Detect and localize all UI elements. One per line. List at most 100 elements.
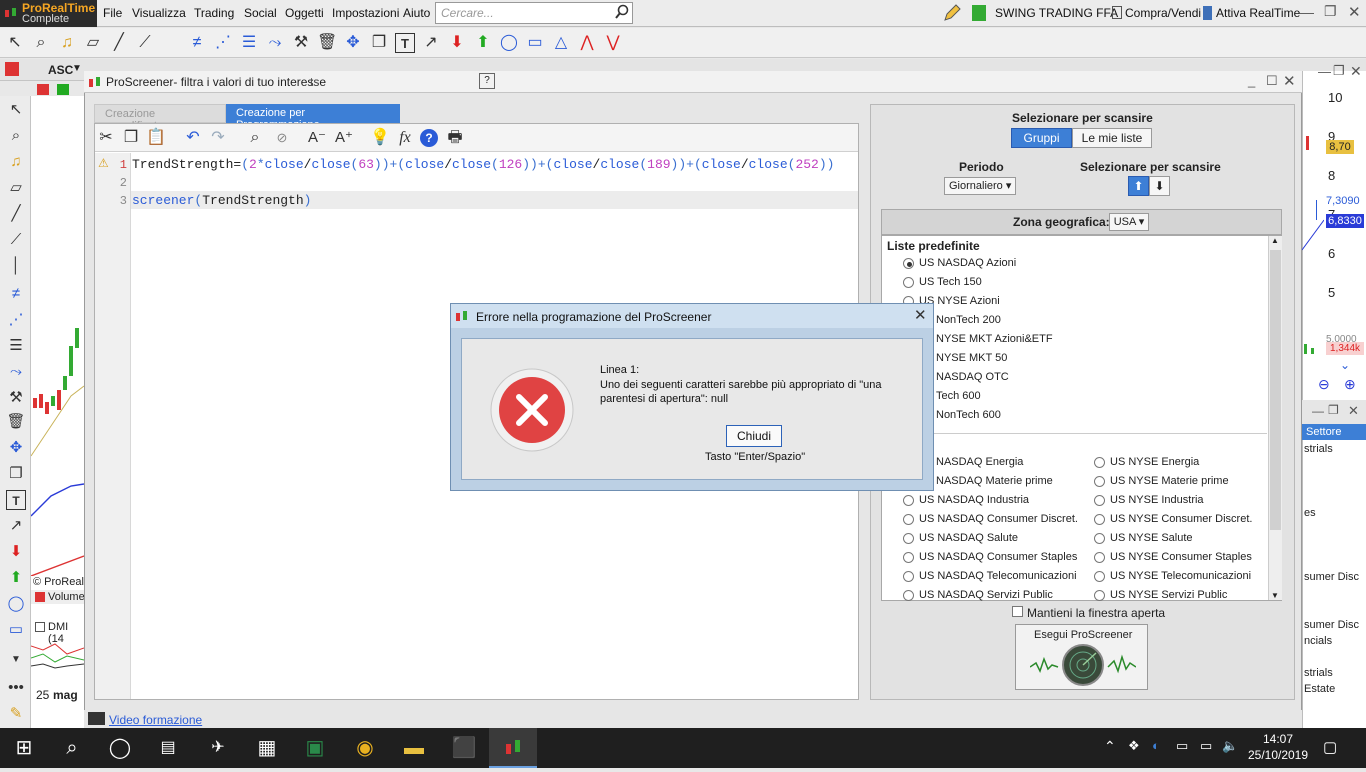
pencil-icon[interactable]: ✎	[6, 704, 26, 724]
period-select[interactable]: Giornaliero ▾	[944, 177, 1016, 195]
list-item-label[interactable]: US NASDAQ Azioni	[919, 257, 1016, 269]
sector-item-label[interactable]: US NYSE Industria	[1110, 494, 1204, 506]
zoom-icon[interactable]: ⌕	[31, 33, 51, 53]
pdf-reader-icon[interactable]: ⬛	[440, 728, 488, 768]
menu-impostazioni[interactable]: Impostazioni	[332, 6, 399, 20]
sync-icon[interactable]: ◐	[1152, 738, 1160, 753]
list-radio[interactable]	[903, 277, 914, 288]
copy-icon[interactable]: ❐	[369, 33, 389, 53]
sector-radio[interactable]	[903, 552, 914, 563]
text-icon[interactable]: T	[6, 490, 26, 510]
sector-row[interactable]: sumer Disc	[1304, 571, 1366, 583]
minimize-icon[interactable]: —	[1318, 64, 1331, 79]
list-radio[interactable]	[903, 258, 914, 269]
account-name[interactable]: SWING TRADING FFA	[995, 6, 1118, 20]
triangle-icon[interactable]: △	[551, 33, 571, 53]
zoom-in-icon[interactable]: ⊕	[1344, 376, 1356, 393]
line-icon[interactable]: ╱	[6, 204, 26, 224]
minimize-icon[interactable]: _	[1248, 73, 1255, 88]
paste-icon[interactable]: 📋	[146, 128, 166, 148]
segment-icon[interactable]: ⟋	[135, 33, 155, 53]
close-icon[interactable]: ✕	[914, 306, 927, 324]
search-icon[interactable]	[614, 4, 630, 20]
minimize-icon[interactable]: —	[1312, 404, 1324, 418]
zoom-out-icon[interactable]: ⊖	[1318, 376, 1330, 393]
undo-icon[interactable]: ↶	[183, 128, 203, 148]
left-chart-area[interactable]: © ProReal Volume DMI (14 25 mag	[31, 96, 85, 728]
line-icon[interactable]: ╱	[109, 33, 129, 53]
segment-icon[interactable]: ⟋	[6, 230, 26, 250]
tray-expand-icon[interactable]: ⌃	[1104, 738, 1116, 755]
font-increase-icon[interactable]: A⁺	[334, 128, 354, 148]
cursor-icon[interactable]: ↖	[5, 33, 25, 53]
list-item-label[interactable]: NonTech 600	[936, 409, 1001, 421]
ticker-dropdown-icon[interactable]: ▼	[72, 63, 82, 74]
my-lists-button[interactable]: Le mie liste	[1072, 128, 1152, 148]
find-icon[interactable]: ⌕	[245, 128, 265, 148]
maximize-icon[interactable]: ❐	[1333, 63, 1345, 79]
redo-icon[interactable]: ↷	[208, 128, 228, 148]
zoom-icon[interactable]: ⌕	[6, 126, 26, 146]
sector-row[interactable]: sumer Disc	[1304, 619, 1366, 631]
idea-icon[interactable]: 💡	[370, 128, 390, 148]
lists-scrollbar[interactable]: ▲ ▼	[1268, 236, 1282, 600]
font-decrease-icon[interactable]: A⁻	[307, 128, 327, 148]
close-icon[interactable]: ✕	[1350, 63, 1362, 80]
text-icon[interactable]: T	[395, 33, 415, 53]
volume-muted-icon[interactable]: 🔈	[1222, 738, 1238, 754]
fan-icon[interactable]: ⋰	[6, 310, 26, 330]
fibonacci-icon[interactable]: ☰	[239, 33, 259, 53]
sector-row[interactable]: strials	[1304, 667, 1366, 679]
run-proscreener-button[interactable]: Esegui ProScreener	[1015, 624, 1148, 690]
sector-item-label[interactable]: US NASDAQ Consumer Staples	[919, 551, 1077, 563]
collapse-icon[interactable]: ⌄	[1340, 358, 1350, 372]
sector-item-label[interactable]: NASDAQ Energia	[936, 456, 1023, 468]
list-item-label[interactable]: NYSE MKT 50	[936, 352, 1007, 364]
hammer-icon[interactable]: ⚒	[6, 388, 26, 408]
sector-row[interactable]: strials	[1304, 443, 1366, 455]
sector-radio[interactable]	[1094, 495, 1105, 506]
search-input[interactable]: Cercare...	[435, 2, 633, 24]
sector-radio[interactable]	[903, 571, 914, 582]
sector-item-label[interactable]: US NASDAQ Telecomunicazioni	[919, 570, 1077, 582]
search-icon[interactable]: ⌕	[48, 728, 96, 768]
move-icon[interactable]: ✥	[343, 33, 363, 53]
excel-icon[interactable]: ▣	[291, 728, 339, 768]
sector-item-label[interactable]: US NASDAQ Salute	[919, 532, 1018, 544]
close-icon[interactable]: ✕	[1348, 403, 1359, 419]
channel-icon[interactable]: ≠	[6, 284, 26, 304]
ticker-label[interactable]: ASC	[48, 63, 73, 77]
sort-up-icon[interactable]: ⬆	[1128, 176, 1149, 196]
tab-simplified[interactable]: Creazione semplificata	[94, 104, 226, 132]
close-icon[interactable]: ✕	[1348, 3, 1361, 21]
sector-row[interactable]: es	[1304, 507, 1366, 519]
help-icon[interactable]: ?	[479, 73, 495, 89]
pattern-icon[interactable]: ⋀	[577, 33, 597, 53]
cut-icon[interactable]: ✂	[96, 128, 116, 148]
windows-start-icon[interactable]: ⊞	[0, 728, 48, 768]
sector-item-label[interactable]: US NYSE Energia	[1110, 456, 1199, 468]
sort-down-icon[interactable]: ⬇	[1149, 176, 1170, 196]
groups-button[interactable]: Gruppi	[1011, 128, 1072, 148]
list-item-label[interactable]: NYSE MKT Azioni&ETF	[936, 333, 1053, 345]
expand-icon[interactable]: ▼	[6, 650, 26, 670]
menu-trading[interactable]: Trading	[194, 6, 234, 20]
alarm-icon[interactable]: ♫	[57, 33, 77, 53]
keep-open-checkbox[interactable]	[1012, 606, 1023, 617]
sector-item-label[interactable]: US NASDAQ Industria	[919, 494, 1029, 506]
sector-radio[interactable]	[1094, 590, 1105, 601]
sector-item-label[interactable]: US NYSE Consumer Discret.	[1110, 513, 1252, 525]
alarm-icon[interactable]: ♫	[6, 152, 26, 172]
menu-oggetti[interactable]: Oggetti	[285, 6, 324, 20]
file-explorer-icon[interactable]: ▬	[390, 728, 438, 768]
sector-row[interactable]: ncials	[1304, 635, 1366, 647]
sector-radio[interactable]	[1094, 571, 1105, 582]
scroll-up-icon[interactable]: ▲	[1271, 236, 1279, 245]
buy-arrow-icon[interactable]: ⬆	[473, 33, 493, 53]
move-icon[interactable]: ✥	[6, 438, 26, 458]
menu-aiuto[interactable]: Aiuto	[403, 6, 430, 20]
sector-radio[interactable]	[903, 590, 914, 601]
sector-item-label[interactable]: US NASDAQ Servizi Public	[919, 589, 1053, 601]
code-line-3[interactable]: screener(TrendStrength)	[132, 193, 311, 208]
sector-item-label[interactable]: US NYSE Telecomunicazioni	[1110, 570, 1251, 582]
